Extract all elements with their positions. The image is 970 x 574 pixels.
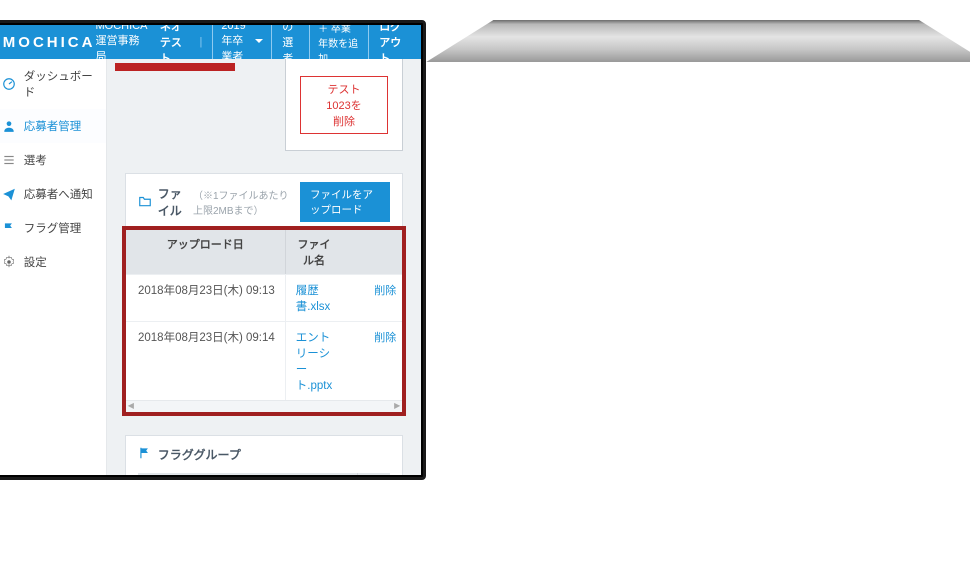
flag-group-section: フラググループ フラググループ フラグ名 学生ランク S + T (125, 435, 403, 475)
upload-file-button[interactable]: ファイルをアップロード (300, 182, 390, 222)
file-link[interactable]: エントリーシート.pptx (296, 332, 332, 392)
sidebar-item-selection[interactable]: 選考 (0, 143, 106, 177)
file-date: 2018年08月23日(木) 09:13 (126, 275, 286, 321)
files-title: ファイル (158, 185, 187, 219)
file-link[interactable]: 履歴書.xlsx (296, 285, 331, 313)
sidebar-item-settings[interactable]: 設定 (0, 245, 106, 279)
flag-table-header: フラググループ フラグ名 (138, 473, 390, 475)
sidebar-item-applicants[interactable]: 応募者管理 (0, 109, 106, 143)
sidebar-item-label: 応募者管理 (24, 118, 82, 134)
horizontal-scrollbar[interactable] (126, 400, 402, 412)
col-file-name: ファイル名 (286, 230, 342, 274)
separator: | (199, 36, 202, 48)
sidebar-item-flags[interactable]: フラグ管理 (0, 211, 106, 245)
screen: MOCHICA MOCHICA運営事務局 ネオ テスト | 2019年卒業者 の… (0, 25, 421, 475)
col-flag-name: フラグ名 (358, 473, 390, 475)
file-row: 2018年08月23日(木) 09:13 履歴書.xlsx 削除 (126, 274, 402, 321)
sidebar-item-dashboard[interactable]: ダッシュボード (0, 59, 106, 109)
gear-icon (2, 255, 16, 269)
person-icon (2, 119, 16, 133)
sidebar-item-label: ダッシュボード (24, 68, 96, 100)
sidebar: ダッシュボード 応募者管理 選考 (0, 59, 107, 475)
file-delete-link[interactable]: 削除 (374, 332, 396, 344)
app-logo: MOCHICA (3, 34, 96, 51)
col-flag-group: フラググループ (138, 473, 358, 475)
file-row: 2018年08月23日(木) 09:14 エントリーシート.pptx 削除 (126, 321, 402, 400)
chevron-down-icon (255, 36, 263, 48)
flag-icon (138, 446, 152, 463)
sidebar-item-label: 設定 (24, 254, 47, 270)
flag-icon (2, 221, 16, 235)
list-icon (2, 153, 16, 167)
file-date: 2018年08月23日(木) 09:14 (126, 322, 286, 400)
files-table-header: アップロード日 ファイル名 (126, 230, 402, 274)
sidebar-item-label: 選考 (24, 152, 47, 168)
top-bar: MOCHICA MOCHICA運営事務局 ネオ テスト | 2019年卒業者 の… (0, 25, 421, 59)
monitor-frame: MOCHICA MOCHICA運営事務局 ネオ テスト | 2019年卒業者 の… (0, 20, 426, 480)
folder-icon (138, 195, 152, 210)
highlight-bar (115, 63, 235, 71)
upper-panel: テスト1023を削除 (285, 59, 403, 151)
flag-group-title: フラググループ (158, 446, 241, 463)
file-delete-link[interactable]: 削除 (374, 285, 396, 297)
delete-record-button[interactable]: テスト1023を削除 (300, 76, 388, 134)
monitor-stand (426, 20, 970, 70)
sidebar-item-notify[interactable]: 応募者へ通知 (0, 177, 106, 211)
col-upload-date: アップロード日 (126, 230, 286, 274)
dashboard-icon (2, 77, 16, 91)
files-note: （※1ファイルあたり上限2MBまで） (193, 187, 294, 217)
paper-plane-icon (2, 187, 16, 201)
sidebar-item-label: フラグ管理 (24, 220, 82, 236)
sidebar-item-label: 応募者へ通知 (24, 186, 93, 202)
files-highlight-box: アップロード日 ファイル名 2018年08月23日(木) 09:13 履歴書.x… (122, 226, 406, 416)
files-section: ファイル （※1ファイルあたり上限2MBまで） ファイルをアップロード アップロ… (125, 173, 403, 413)
main-area: テスト1023を削除 ファイル （※1ファイルあたり上限2MBまで） ファイルを… (107, 59, 421, 475)
